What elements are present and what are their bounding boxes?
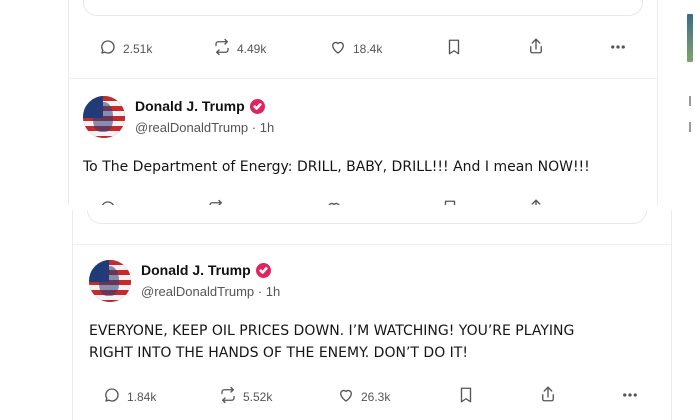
reply-button[interactable]: 2.51k [99, 38, 152, 59]
repost-button[interactable]: 4.49k [213, 38, 266, 59]
like-button[interactable]: 18.4k [329, 38, 382, 59]
more-button[interactable] [609, 38, 627, 59]
author-name[interactable]: Donald J. Trump [135, 98, 245, 114]
post-text-line: RIGHT INTO THE HANDS OF THE ENEMY. DON’T… [89, 345, 468, 361]
post-panel-top: 2.51k 4.49k 18.4k Donald J. Trump @realD… [68, 0, 658, 205]
post-text: EVERYONE, KEEP OIL PRICES DOWN. I’M WATC… [89, 320, 574, 364]
avatar[interactable] [89, 260, 131, 302]
repost-arrows-icon [207, 199, 225, 205]
bookmark-icon [441, 199, 459, 205]
heart-icon [337, 386, 355, 407]
repost-button[interactable]: 5.52k [219, 386, 272, 407]
like-count: 26.3k [361, 389, 391, 404]
heart-icon [325, 199, 343, 205]
separator-dot: · [251, 120, 260, 135]
bookmark-button[interactable] [441, 199, 459, 205]
speech-bubble-icon [103, 386, 121, 407]
heart-icon [329, 38, 347, 59]
speech-bubble-icon [99, 199, 117, 205]
author-handle[interactable]: @realDonaldTrump [141, 284, 254, 299]
post-header: Donald J. Trump @realDonaldTrump · 1h [83, 96, 274, 138]
author-handle[interactable]: @realDonaldTrump [135, 120, 248, 135]
speech-bubble-icon [99, 38, 117, 59]
avatar[interactable] [83, 96, 125, 138]
reply-button[interactable]: 1.84k [103, 386, 156, 407]
reply-button[interactable] [99, 199, 117, 205]
reply-count: 2.51k [123, 41, 153, 56]
share-button[interactable] [527, 37, 545, 58]
more-dots-icon [621, 386, 639, 407]
text-fragment [689, 96, 691, 106]
text-fragment [689, 122, 691, 132]
like-button[interactable]: 26.3k [337, 386, 390, 407]
divider [69, 78, 657, 79]
repost-count: 4.49k [237, 41, 267, 56]
like-count: 18.4k [353, 41, 383, 56]
post-age[interactable]: 1h [260, 120, 274, 135]
post-panel-bottom: Donald J. Trump @realDonaldTrump · 1h EV… [72, 210, 672, 420]
verified-badge-icon [249, 98, 265, 114]
author-name-row[interactable]: Donald J. Trump [135, 98, 274, 114]
like-button[interactable] [325, 199, 343, 205]
post-text: To The Department of Energy: DRILL, BABY… [83, 159, 590, 175]
post-text-line: EVERYONE, KEEP OIL PRICES DOWN. I’M WATC… [89, 323, 575, 339]
share-icon [539, 385, 557, 406]
clipped-action-bar [69, 195, 657, 205]
bookmark-icon [457, 386, 475, 407]
repost-button[interactable] [207, 199, 225, 205]
share-button[interactable] [539, 385, 557, 406]
divider [73, 244, 671, 245]
adjacent-column-edge [680, 0, 700, 420]
share-icon [527, 198, 545, 205]
more-dots-icon [609, 38, 627, 59]
share-button[interactable] [527, 198, 545, 205]
previous-media-card [83, 0, 643, 16]
post-age[interactable]: 1h [266, 284, 280, 299]
share-icon [527, 37, 545, 58]
bookmark-button[interactable] [445, 38, 463, 59]
more-button[interactable] [621, 386, 639, 407]
reply-count: 1.84k [127, 389, 157, 404]
separator-dot: · [257, 284, 266, 299]
thumbnail-image [687, 14, 693, 62]
author-name-row[interactable]: Donald J. Trump [141, 262, 280, 278]
verified-badge-icon [255, 262, 271, 278]
author-name[interactable]: Donald J. Trump [141, 262, 251, 278]
bookmark-button[interactable] [457, 386, 475, 407]
repost-count: 5.52k [243, 389, 273, 404]
post-header: Donald J. Trump @realDonaldTrump · 1h [89, 260, 280, 302]
bookmark-icon [445, 38, 463, 59]
repost-arrows-icon [219, 386, 237, 407]
previous-card-edge [87, 210, 647, 224]
repost-arrows-icon [213, 38, 231, 59]
